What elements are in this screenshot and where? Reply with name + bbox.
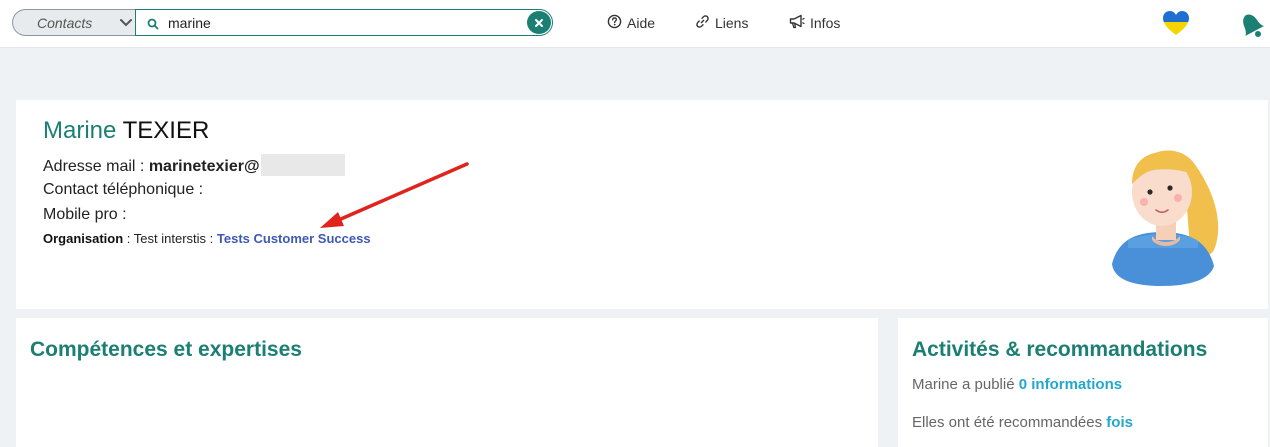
link-icon [695,14,710,32]
email-value[interactable]: marinetexier@ [149,158,260,175]
help-circle-icon [607,14,622,32]
activity-title: Activités & recommandations [912,338,1208,361]
nav-aide-link[interactable]: Aide [607,14,655,32]
organisation-parent: Test interstis [133,231,207,246]
organisation-separator-2: : [206,231,217,246]
megaphone-icon [789,14,805,32]
ukraine-heart-icon[interactable] [1162,10,1190,41]
chevron-down-icon [119,14,133,37]
organisation-link[interactable]: Tests Customer Success [217,231,371,246]
activity-card: Activités & recommandations Marine a pub… [898,318,1268,447]
email-row: Adresse mail : marinetexier@ [43,154,345,178]
nav-liens-label: Liens [715,15,749,31]
recommended-count-line: Elles ont été recommandées fois [912,414,1133,431]
phone-row: Contact téléphonique : [43,181,203,199]
nav-aide-label: Aide [627,15,656,31]
bell-icon[interactable] [1238,11,1264,44]
contact-name: Marine TEXIER [43,117,209,145]
organisation-label: Organisation [43,231,124,246]
published-count-line: Marine a publié 0 informations [912,376,1122,393]
nav-liens-link[interactable]: Liens [695,14,748,32]
avatar [1112,150,1219,286]
nav-infos-label: Infos [810,15,841,31]
published-prefix: Marine a publié [912,376,1019,393]
scope-select[interactable]: Contacts [12,9,136,36]
recommended-count[interactable]: fois [1106,414,1133,431]
last-name: TEXIER [122,117,210,144]
nav-infos-link[interactable]: Infos [789,14,840,32]
phone-label: Contact téléphonique : [43,181,204,198]
search-icon [147,17,159,35]
redacted-block [260,154,345,176]
mobile-row: Mobile pro : [43,206,127,224]
scope-select-value: Contacts [37,15,93,31]
organisation-row: Organisation : Test interstis : Tests Cu… [43,231,371,246]
recommended-prefix: Elles ont été recommandées [912,414,1107,431]
top-bar: Contacts marine Aide Liens Infos [0,0,1270,48]
close-icon [535,18,543,27]
search-input[interactable]: marine [135,9,553,36]
mobile-label: Mobile pro : [43,206,127,223]
first-name: Marine [43,117,117,144]
profile-card: Marine TEXIER Adresse mail : marinetexie… [16,100,1268,309]
skills-title: Compétences et expertises [30,338,302,361]
skills-card: Compétences et expertises [16,318,878,447]
organisation-separator: : [123,231,134,246]
search-value: marine [168,15,211,31]
published-count[interactable]: 0 informations [1019,376,1122,393]
clear-search-button[interactable] [527,11,551,34]
email-label: Adresse mail : [43,158,145,176]
